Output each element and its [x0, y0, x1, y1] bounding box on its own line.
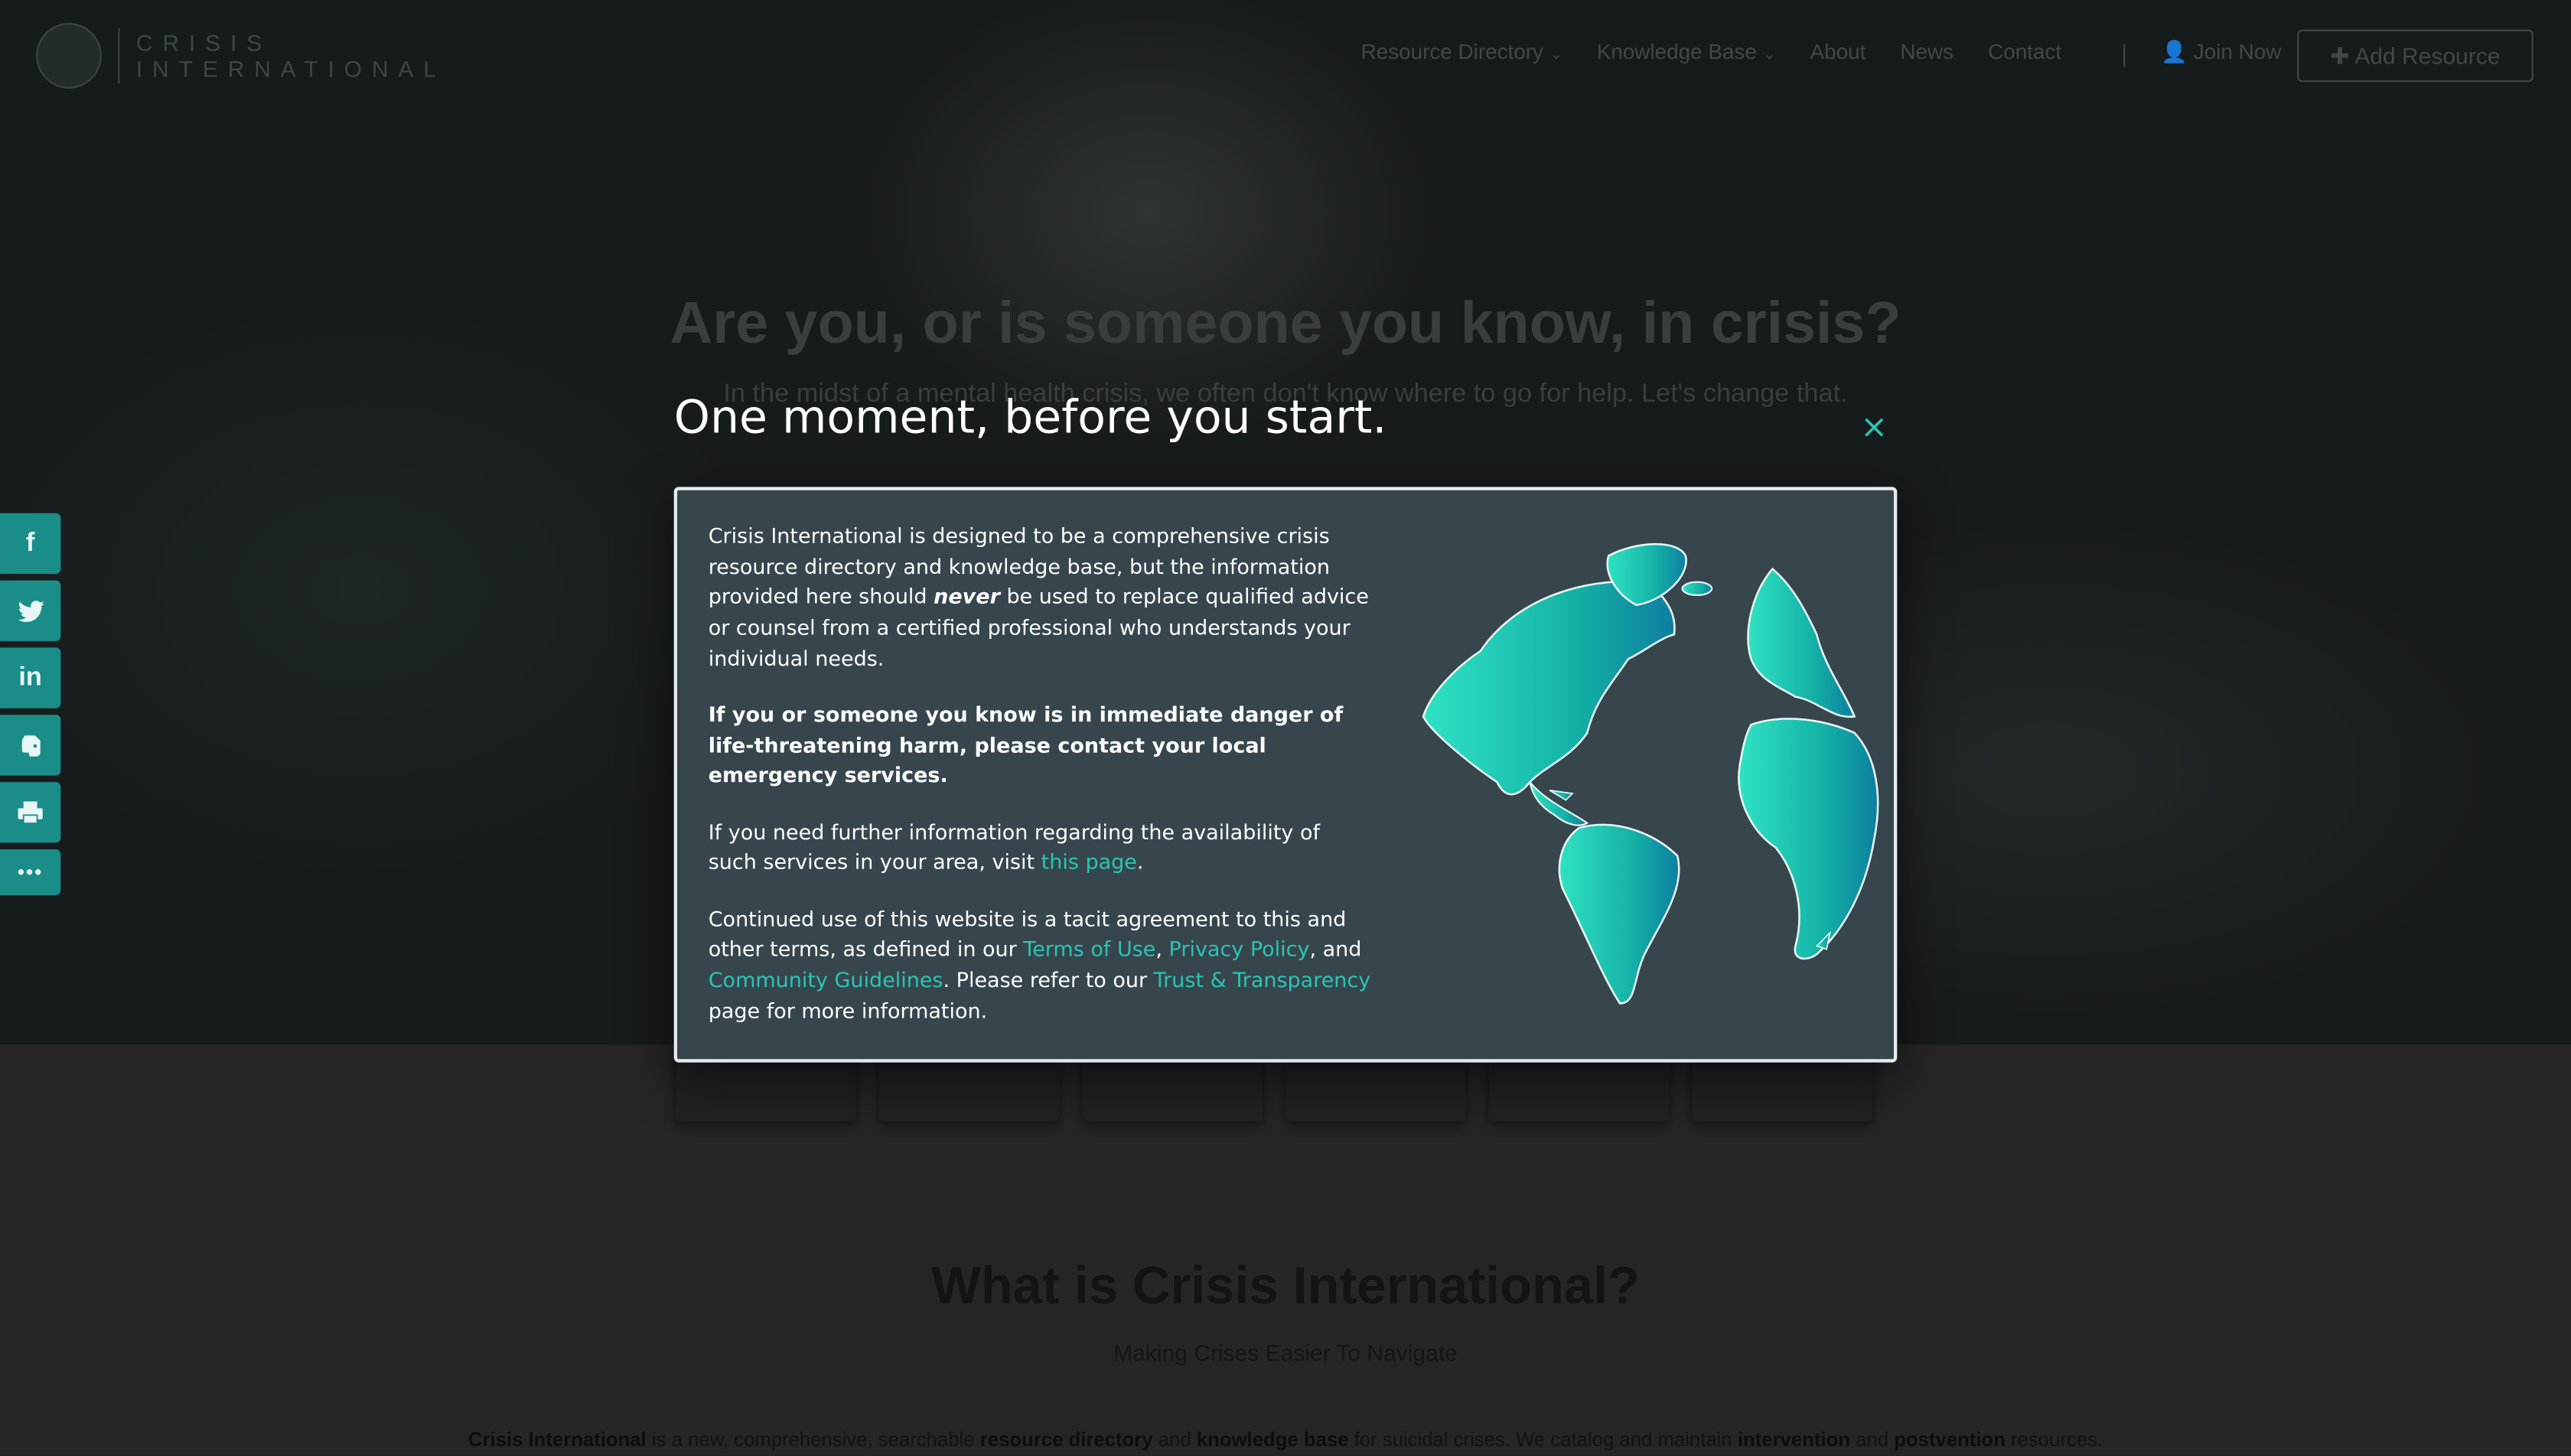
intro-part: is a new, comprehensive, searchable	[646, 1428, 980, 1451]
intro-part: resources.	[2005, 1428, 2103, 1451]
site-logo[interactable]: CRISIS INTERNATIONAL	[36, 23, 446, 89]
close-icon[interactable]: ×	[1858, 406, 1891, 445]
main-nav: Resource Directory ⌄ Knowledge Base ⌄ Abou…	[1361, 39, 2062, 64]
add-resource-button[interactable]: ✚ Add Resource	[2297, 29, 2534, 83]
section-subtitle: Making Crises Easier To Navigate	[1113, 1339, 1458, 1366]
terms-of-use-link[interactable]: Terms of Use	[1023, 936, 1155, 961]
intro-part: and	[1152, 1428, 1197, 1451]
globe-illustration-icon	[1422, 542, 1879, 1005]
this-page-link[interactable]: this page	[1041, 850, 1137, 875]
logo-text: CRISIS INTERNATIONAL	[136, 30, 446, 83]
linkedin-icon: in	[18, 663, 42, 692]
chevron-down-icon: ⌄	[1549, 46, 1562, 63]
nav-item-knowledge-base[interactable]: Knowledge Base ⌄	[1597, 39, 1776, 64]
modal-title: One moment, before you start.	[673, 389, 1387, 445]
nav-item-contact[interactable]: Contact	[1988, 39, 2061, 64]
plus-icon: ✚	[2330, 42, 2350, 69]
globe-logo-icon	[36, 23, 102, 89]
join-now-link[interactable]: 👤 Join Now	[2161, 39, 2281, 65]
more-icon: •••	[17, 861, 44, 884]
twitter-icon	[17, 600, 44, 621]
print-icon	[18, 801, 43, 824]
hero-title: Are you, or is someone you know, in cris…	[670, 288, 1901, 356]
emphasis-never: never	[934, 584, 1000, 609]
modal-paragraph-1: Crisis International is designed to be a…	[708, 523, 1369, 671]
user-icon: 👤	[2161, 39, 2188, 64]
chevron-down-icon: ⌄	[1763, 46, 1776, 63]
intro-part: knowledge base	[1196, 1428, 1349, 1451]
page: CRISIS INTERNATIONAL Resource Directory ⌄…	[0, 0, 2571, 1456]
evernote-icon	[21, 735, 40, 756]
section-title: What is Crisis International?	[931, 1256, 1640, 1315]
intro-part: and	[1849, 1428, 1895, 1451]
nav-item-resource-directory[interactable]: Resource Directory ⌄	[1361, 39, 1562, 64]
print-button[interactable]	[0, 782, 61, 843]
nav-divider	[2123, 44, 2126, 67]
modal-paragraph-4: Continued use of this website is a tacit…	[708, 905, 1371, 1023]
nav-item-about[interactable]: About	[1810, 39, 1866, 64]
modal-body: Crisis International is designed to be a…	[709, 521, 1373, 1052]
intro-part: intervention	[1737, 1428, 1850, 1451]
social-share-bar: f in •••	[0, 513, 61, 902]
disclaimer-modal: Crisis International is designed to be a…	[673, 487, 1898, 1063]
trust-transparency-link[interactable]: Trust & Transparency	[1154, 967, 1371, 992]
privacy-policy-link[interactable]: Privacy Policy	[1169, 936, 1310, 961]
intro-part: postvention	[1894, 1428, 2006, 1451]
evernote-share-button[interactable]	[0, 715, 61, 776]
intro-part: resource directory	[979, 1428, 1153, 1451]
twitter-share-button[interactable]	[0, 580, 61, 641]
facebook-icon: f	[25, 529, 35, 557]
intro-part: for suicidal crises. We catalog and main…	[1348, 1428, 1738, 1451]
more-share-button[interactable]: •••	[0, 849, 61, 895]
nav-item-news[interactable]: News	[1900, 39, 1954, 64]
section-intro: Crisis International is a new, comprehen…	[0, 1428, 2571, 1451]
modal-paragraph-2: If you or someone you know is in immedia…	[708, 702, 1344, 788]
logo-divider	[118, 28, 120, 84]
facebook-share-button[interactable]: f	[0, 513, 61, 574]
intro-part: Crisis International	[468, 1428, 647, 1451]
logo-line-1: CRISIS	[135, 29, 272, 56]
linkedin-share-button[interactable]: in	[0, 647, 61, 708]
community-guidelines-link[interactable]: Community Guidelines	[709, 967, 943, 992]
modal-paragraph-3: If you need further information regardin…	[708, 819, 1320, 875]
logo-line-2: INTERNATIONAL	[135, 55, 446, 83]
